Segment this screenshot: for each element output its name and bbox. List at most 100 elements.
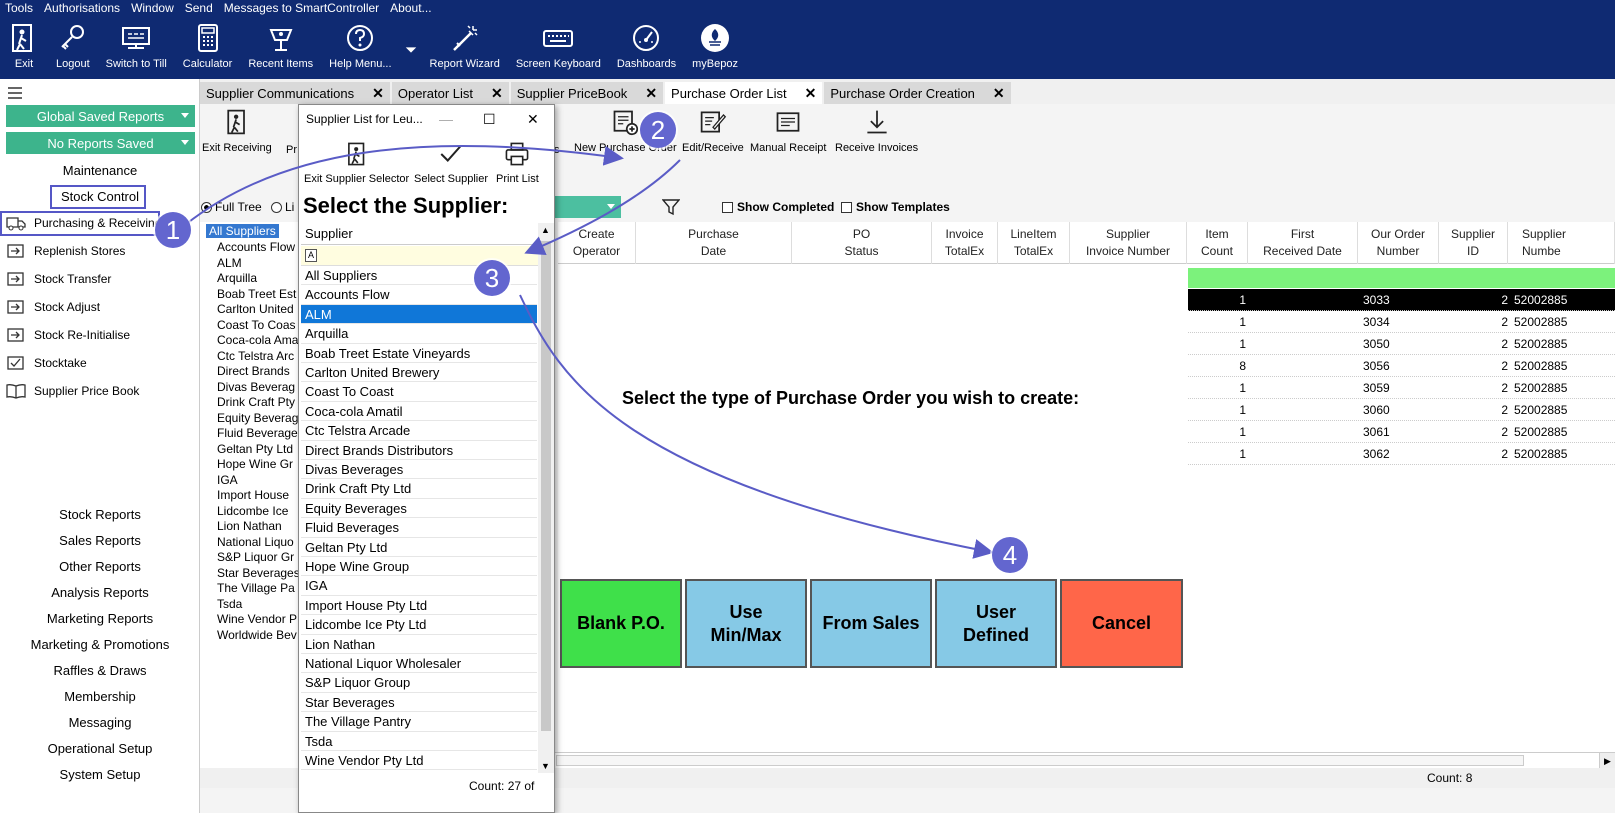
tree-item[interactable]: Wine Vendor P xyxy=(217,612,297,626)
maximize-icon[interactable]: ☐ xyxy=(483,111,496,128)
scroll-thumb[interactable] xyxy=(541,241,551,731)
exit-button[interactable]: Exit xyxy=(0,22,48,78)
system-setup-link[interactable]: System Setup xyxy=(0,767,200,782)
menu-window[interactable]: Window xyxy=(126,0,180,18)
col-item-count[interactable]: Item Count xyxy=(1187,222,1248,264)
table-row[interactable]: 1 3050 2 52002885 xyxy=(1188,333,1615,355)
list-item[interactable]: Ctc Telstra Arcade xyxy=(301,421,537,441)
col-po-status[interactable]: PO Status xyxy=(792,222,932,264)
full-tree-radio[interactable]: Full Tree xyxy=(201,200,262,214)
list-item[interactable]: Lidcombe Ice Pty Ltd xyxy=(301,615,537,635)
list-item[interactable]: Direct Brands Distributors xyxy=(301,441,537,460)
print-list-button[interactable]: Print List xyxy=(496,141,539,185)
tree-item[interactable]: Coast To Coas xyxy=(217,318,296,332)
list-item[interactable]: Tsda xyxy=(301,732,537,751)
show-completed-checkbox[interactable]: Show Completed xyxy=(722,200,834,214)
col-first-received-date[interactable]: First Received Date xyxy=(1248,222,1358,264)
cancel-button[interactable]: Cancel xyxy=(1060,579,1183,668)
tree-item[interactable]: Star Beverages xyxy=(217,566,300,580)
col-our-order-number[interactable]: Our Order Number xyxy=(1358,222,1439,264)
scroll-right-icon[interactable]: ▶ xyxy=(1599,753,1615,769)
stock-reports-link[interactable]: Stock Reports xyxy=(0,507,200,522)
list-item[interactable]: The Village Pantry xyxy=(301,712,537,732)
horizontal-scrollbar[interactable]: ▶ xyxy=(555,752,1615,769)
analysis-reports-link[interactable]: Analysis Reports xyxy=(0,585,200,600)
menu-tools[interactable]: Tools xyxy=(0,0,39,18)
tree-item[interactable]: The Village Pa xyxy=(217,581,295,595)
tree-item[interactable]: Hope Wine Gr xyxy=(217,457,293,471)
receive-invoices-button[interactable]: Receive Invoices xyxy=(835,108,918,154)
col-supplier-invoice-number[interactable]: Supplier Invoice Number xyxy=(1070,222,1187,264)
list-item[interactable]: Hope Wine Group xyxy=(301,557,537,577)
tab-purchase-order-creation[interactable]: Purchase Order Creation ✕ xyxy=(824,82,1011,104)
popup-vertical-scrollbar[interactable]: ▲ ▼ xyxy=(538,223,554,773)
from-sales-button[interactable]: From Sales xyxy=(810,579,932,668)
table-row[interactable]: 8 3056 2 52002885 xyxy=(1188,355,1615,377)
sales-reports-link[interactable]: Sales Reports xyxy=(0,533,200,548)
tree-item[interactable]: Divas Beverag xyxy=(217,380,295,394)
menu-send[interactable]: Send xyxy=(180,0,219,18)
operational-setup-link[interactable]: Operational Setup xyxy=(0,741,200,756)
messaging-link[interactable]: Messaging xyxy=(0,715,200,730)
nav-stocktake[interactable]: Stocktake xyxy=(0,350,200,376)
list-item[interactable]: Boab Treet Estate Vineyards xyxy=(301,344,537,363)
blank-po-button[interactable]: Blank P.O. xyxy=(560,579,682,668)
window-titlebar[interactable]: Supplier List for Leu... — ☐ ✕ xyxy=(299,105,554,133)
tree-item[interactable]: S&P Liquor Gr xyxy=(217,550,294,564)
table-row[interactable]: 1 3059 2 52002885 xyxy=(1188,377,1615,399)
nav-supplier-price-book[interactable]: Supplier Price Book xyxy=(0,378,200,404)
select-supplier-button[interactable]: Select Supplier xyxy=(414,141,488,185)
scroll-down-icon[interactable]: ▼ xyxy=(541,761,550,771)
tree-item[interactable]: IGA xyxy=(217,473,238,487)
exit-receiving-button[interactable]: Exit Receiving xyxy=(202,108,272,154)
no-reports-saved-dropdown[interactable]: No Reports Saved xyxy=(6,132,195,154)
use-min-max-button[interactable]: Use Min/Max xyxy=(685,579,807,668)
report-wizard-button[interactable]: Report Wizard xyxy=(422,22,508,78)
table-row[interactable]: 1 3034 2 52002885 xyxy=(1188,311,1615,333)
tab-supplier-communications[interactable]: Supplier Communications ✕ xyxy=(200,82,390,104)
tree-item[interactable]: Geltan Pty Ltd xyxy=(217,442,293,456)
tree-item[interactable]: Import House xyxy=(217,488,289,502)
tree-item[interactable]: Lidcombe Ice xyxy=(217,504,288,518)
table-row[interactable]: 1 3062 2 52002885 xyxy=(1188,443,1615,465)
filter-dropdown[interactable] xyxy=(555,196,621,218)
tree-root-all-suppliers[interactable]: All Suppliers xyxy=(206,224,279,238)
tree-item[interactable]: Worldwide Bev xyxy=(217,628,297,642)
list-item[interactable]: Equity Beverages xyxy=(301,499,537,519)
show-templates-checkbox[interactable]: Show Templates xyxy=(841,200,950,214)
nav-stock-transfer[interactable]: Stock Transfer xyxy=(0,266,200,292)
list-item[interactable]: Lion Nathan xyxy=(301,635,537,654)
col-lineitem-totalex[interactable]: LineItem TotalEx xyxy=(998,222,1070,264)
logout-button[interactable]: Logout xyxy=(48,22,98,78)
tree-item[interactable]: Tsda xyxy=(217,597,242,611)
table-row[interactable]: 1 3061 2 52002885 xyxy=(1188,421,1615,443)
scroll-up-icon[interactable]: ▲ xyxy=(541,225,550,235)
tree-item[interactable]: Drink Craft Pty xyxy=(217,395,295,409)
switch-to-till-button[interactable]: Switch to Till xyxy=(98,22,175,78)
global-saved-reports-dropdown[interactable]: Global Saved Reports xyxy=(6,105,195,127)
list-item[interactable]: Divas Beverages xyxy=(301,460,537,480)
list-item[interactable]: Import House Pty Ltd xyxy=(301,596,537,616)
nav-stock-adjust[interactable]: Stock Adjust xyxy=(0,294,200,320)
table-row[interactable]: 1 3033 2 52002885 xyxy=(1188,289,1615,311)
filter-icon[interactable] xyxy=(662,198,680,216)
list-item[interactable]: National Liquor Wholesaler xyxy=(301,654,537,674)
list-item[interactable]: Drink Craft Pty Ltd xyxy=(301,479,537,499)
help-dropdown-button[interactable] xyxy=(400,22,422,78)
menu-messages[interactable]: Messages to SmartController xyxy=(219,0,385,18)
marketing-reports-link[interactable]: Marketing Reports xyxy=(0,611,200,626)
manual-receipt-button[interactable]: Manual Receipt xyxy=(750,108,826,154)
tree-item[interactable]: ALM xyxy=(217,256,242,270)
tree-item[interactable]: Carlton United xyxy=(217,302,294,316)
tab-supplier-pricebook[interactable]: Supplier PriceBook ✕ xyxy=(510,82,664,104)
close-icon[interactable]: ✕ xyxy=(993,85,1005,102)
partial-button-pr[interactable]: Pr xyxy=(286,144,297,156)
list-item[interactable]: S&P Liquor Group xyxy=(301,673,537,693)
close-icon[interactable]: ✕ xyxy=(645,85,657,102)
tree-item[interactable]: Lion Nathan xyxy=(217,519,282,533)
scroll-thumb[interactable] xyxy=(556,755,1524,766)
menu-authorisations[interactable]: Authorisations xyxy=(39,0,126,18)
col-purchase-date[interactable]: Purchase Date xyxy=(636,222,792,264)
tree-item[interactable]: Coca-cola Ama xyxy=(217,333,298,347)
recent-items-button[interactable]: Recent Items xyxy=(240,22,321,78)
